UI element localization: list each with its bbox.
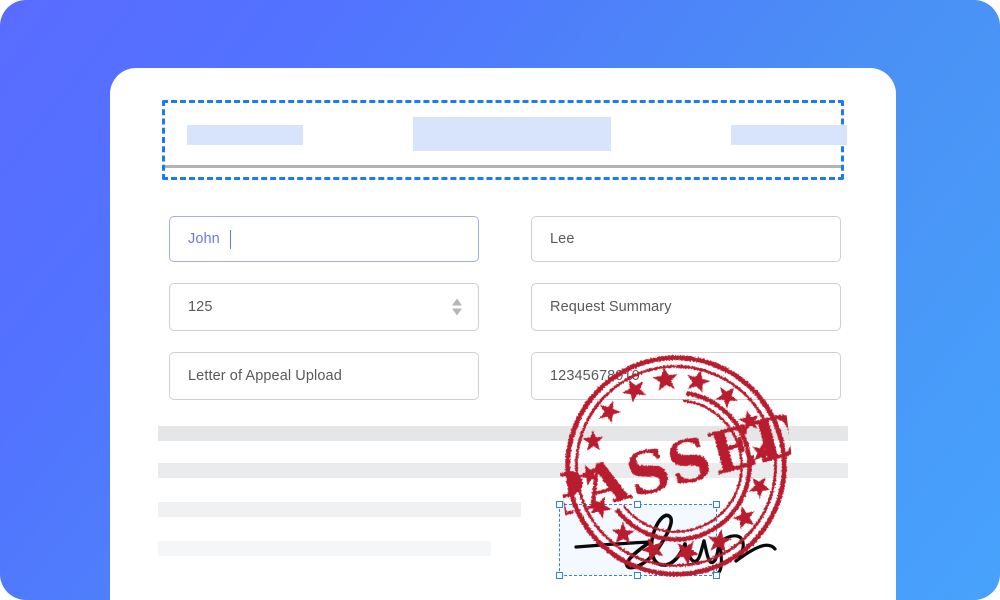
selection-handle-top-right[interactable] <box>713 501 720 508</box>
upload-field[interactable]: Letter of Appeal Upload <box>169 352 479 400</box>
reference-value: 12345678910 <box>550 368 640 384</box>
header-region-inner <box>165 103 841 177</box>
selection-handle-bottom-left[interactable] <box>556 572 563 579</box>
stepper-down-icon[interactable] <box>452 309 462 316</box>
first-name-field[interactable]: John <box>169 216 479 262</box>
document-card: John Lee 125 Request Summary <box>110 68 896 600</box>
selection-handle-top-middle[interactable] <box>634 501 641 508</box>
background-canvas: John Lee 125 Request Summary <box>0 0 1000 600</box>
quantity-value: 125 <box>188 299 213 315</box>
last-name-value: Lee <box>550 231 575 247</box>
signature-selection[interactable] <box>559 504 717 576</box>
header-bar-right <box>731 125 847 145</box>
upload-value: Letter of Appeal Upload <box>188 368 342 384</box>
form-row: John Lee <box>169 216 841 262</box>
header-divider-rule <box>165 165 841 168</box>
stepper-up-icon[interactable] <box>452 299 462 306</box>
document-body-placeholder <box>158 426 848 556</box>
summary-field[interactable]: Request Summary <box>531 283 841 331</box>
placeholder-bar <box>158 541 491 556</box>
form-row: Letter of Appeal Upload 12345678910 <box>169 352 841 400</box>
last-name-field[interactable]: Lee <box>531 216 841 262</box>
quantity-field[interactable]: 125 <box>169 283 479 331</box>
form-grid: John Lee 125 Request Summary <box>169 216 841 421</box>
selection-handle-bottom-right[interactable] <box>713 572 720 579</box>
selection-handle-top-left[interactable] <box>556 501 563 508</box>
header-bar-left <box>187 125 303 145</box>
first-name-value: John <box>188 231 220 247</box>
reference-field[interactable]: 12345678910 <box>531 352 841 400</box>
quantity-stepper[interactable] <box>452 299 462 316</box>
form-row: 125 Request Summary <box>169 283 841 331</box>
selection-handle-bottom-middle[interactable] <box>634 572 641 579</box>
placeholder-bar <box>158 463 848 478</box>
placeholder-bar <box>158 502 521 517</box>
header-placeholder-region[interactable] <box>162 100 844 180</box>
summary-value: Request Summary <box>550 299 672 315</box>
text-caret <box>230 230 232 249</box>
header-bar-center <box>413 117 611 151</box>
placeholder-bar <box>158 426 848 441</box>
